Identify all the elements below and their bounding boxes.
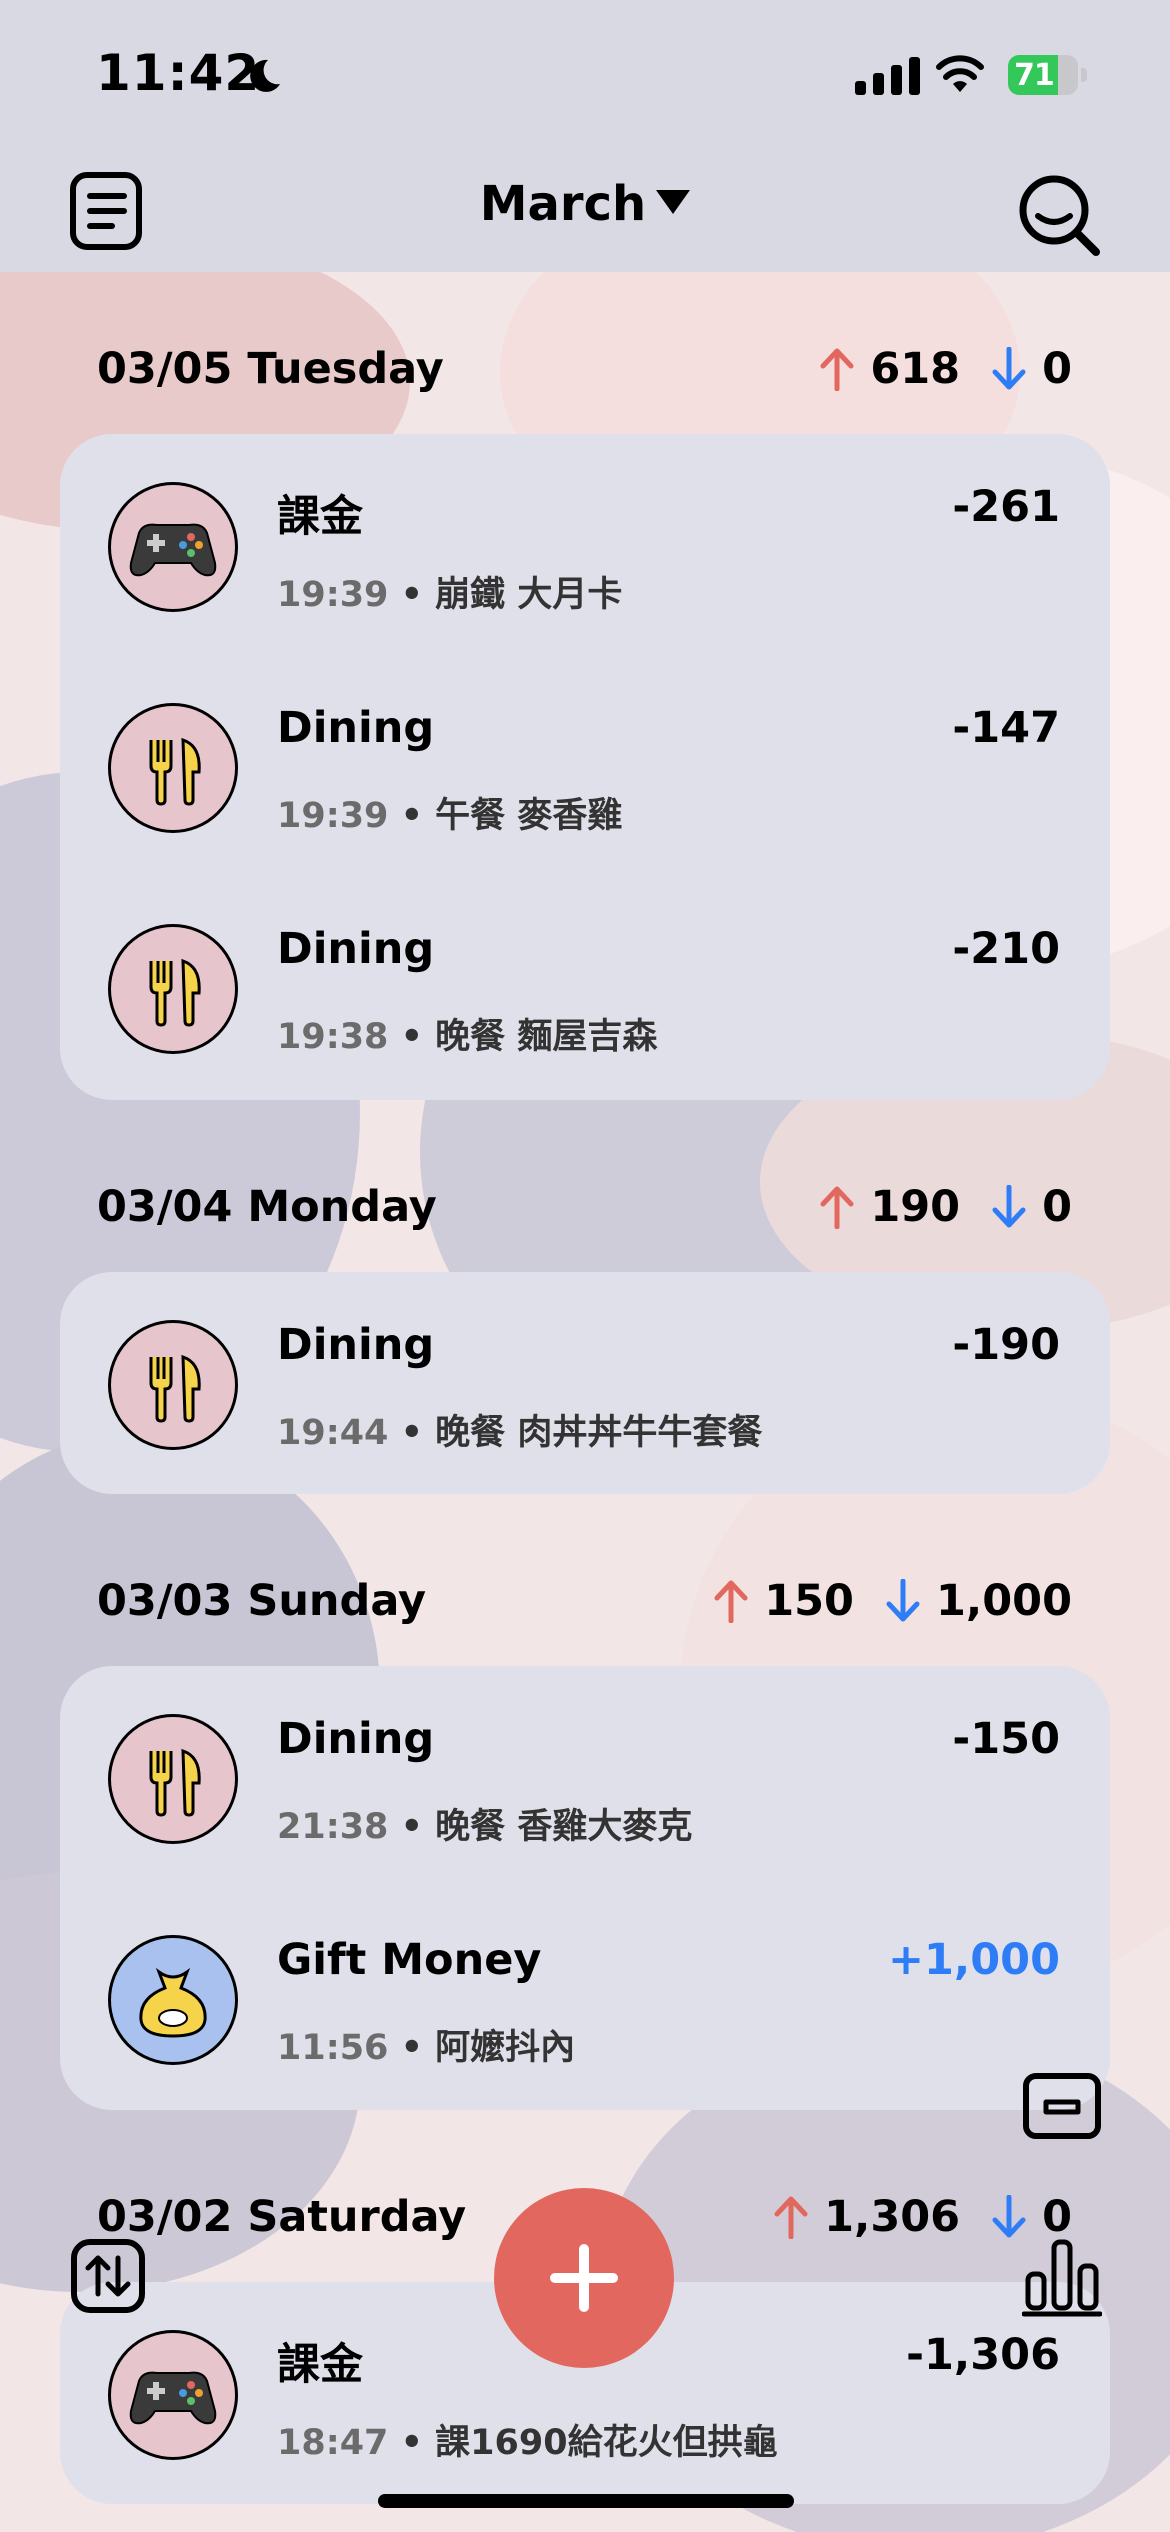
note: 崩鐵 大月卡 bbox=[435, 575, 623, 615]
cellular-signal-icon bbox=[855, 55, 920, 95]
income-total: 0 bbox=[1042, 344, 1072, 394]
arrow-down-icon bbox=[886, 1579, 920, 1622]
time: 19:44 bbox=[277, 1413, 389, 1453]
note: 阿嬤抖內 bbox=[435, 2028, 576, 2068]
arrow-up-icon bbox=[820, 1186, 854, 1229]
transaction-detail: 18:47 • 課1690給花火但拱龜 bbox=[277, 2423, 778, 2463]
day-totals: 618 0 bbox=[818, 344, 1072, 394]
category-label: Dining bbox=[277, 924, 435, 974]
time: 19:38 bbox=[277, 1017, 389, 1057]
income-total: 0 bbox=[1042, 2192, 1072, 2242]
arrow-up-icon bbox=[820, 348, 854, 391]
income-total: 1,000 bbox=[935, 1576, 1072, 1626]
note: 課1690給花火但拱龜 bbox=[435, 2423, 778, 2463]
category-label: Gift Money bbox=[277, 1935, 542, 1985]
amount: +1,000 bbox=[887, 1935, 1060, 1985]
game-controller-icon bbox=[108, 482, 238, 612]
arrow-down-icon bbox=[992, 347, 1026, 390]
month-selector[interactable]: March bbox=[0, 176, 1170, 232]
transaction-detail: 19:39 • 午餐 麥香雞 bbox=[277, 796, 623, 836]
day-card: Dining -150 21:38 • 晚餐 香雞大麥克 Gift Money … bbox=[60, 1666, 1110, 2110]
day-title: 03/05 Tuesday bbox=[97, 344, 444, 394]
transfer-icon[interactable] bbox=[70, 2238, 146, 2314]
day-title: 03/02 Saturday bbox=[97, 2192, 467, 2242]
fork-knife-icon bbox=[108, 1714, 238, 1844]
transaction-detail: 19:39 • 崩鐵 大月卡 bbox=[277, 575, 623, 615]
amount: -1,306 bbox=[906, 2330, 1060, 2380]
transaction-detail: 11:56 • 阿嬤抖內 bbox=[277, 2028, 576, 2068]
note: 晚餐 麵屋吉森 bbox=[435, 1017, 658, 1057]
fork-knife-icon bbox=[108, 703, 238, 833]
month-label: March bbox=[479, 176, 647, 232]
amount: -261 bbox=[952, 482, 1060, 532]
transaction-row[interactable]: 課金 -261 19:39 • 崩鐵 大月卡 bbox=[60, 434, 1110, 654]
amount: -147 bbox=[952, 703, 1060, 753]
amount: -190 bbox=[952, 1320, 1060, 1370]
arrow-up-icon bbox=[774, 2196, 808, 2239]
moon-icon bbox=[250, 59, 280, 92]
home-indicator[interactable] bbox=[378, 2494, 794, 2508]
transaction-row[interactable]: Gift Money +1,000 11:56 • 阿嬤抖內 bbox=[60, 1887, 1110, 2107]
expense-total: 618 bbox=[870, 344, 961, 394]
category-label: Dining bbox=[277, 1320, 435, 1370]
chart-icon[interactable] bbox=[1022, 2236, 1102, 2318]
income-total: 0 bbox=[1042, 1182, 1072, 1232]
day-header: 03/04 Monday 190 0 bbox=[97, 1182, 1072, 1242]
amount: -150 bbox=[952, 1714, 1060, 1764]
day-totals: 1,306 0 bbox=[772, 2192, 1072, 2242]
day-header: 03/03 Sunday 150 1,000 bbox=[97, 1576, 1072, 1636]
transaction-row[interactable]: Dining -210 19:38 • 晚餐 麵屋吉森 bbox=[60, 876, 1110, 1096]
search-icon[interactable] bbox=[1016, 172, 1102, 258]
day-totals: 150 1,000 bbox=[712, 1576, 1072, 1626]
note: 午餐 麥香雞 bbox=[435, 796, 623, 836]
account-card-icon[interactable] bbox=[1022, 2072, 1102, 2140]
money-bag-icon bbox=[108, 1935, 238, 2065]
transaction-detail: 19:38 • 晚餐 麵屋吉森 bbox=[277, 1017, 658, 1057]
fork-knife-icon bbox=[108, 1320, 238, 1450]
category-label: Dining bbox=[277, 1714, 435, 1764]
add-transaction-button[interactable] bbox=[494, 2188, 674, 2368]
expense-total: 1,306 bbox=[824, 2192, 961, 2242]
day-card: 課金 -261 19:39 • 崩鐵 大月卡 Dining -147 19:39… bbox=[60, 434, 1110, 1100]
arrow-down-icon bbox=[992, 1185, 1026, 1228]
note: 晚餐 肉丼丼牛牛套餐 bbox=[435, 1413, 763, 1453]
battery-level: 71 bbox=[1014, 58, 1055, 93]
time: 18:47 bbox=[277, 2423, 389, 2463]
top-bar: 11:42 71 March bbox=[0, 0, 1170, 272]
expense-total: 190 bbox=[870, 1182, 961, 1232]
transaction-row[interactable]: Dining -150 21:38 • 晚餐 香雞大麥克 bbox=[60, 1666, 1110, 1886]
day-totals: 190 0 bbox=[818, 1182, 1072, 1232]
arrow-down-icon bbox=[992, 2195, 1026, 2238]
time: 19:39 bbox=[277, 575, 389, 615]
category-label: 課金 bbox=[277, 2340, 363, 2390]
time: 19:39 bbox=[277, 796, 389, 836]
category-label: 課金 bbox=[277, 492, 363, 542]
arrow-up-icon bbox=[714, 1580, 748, 1623]
time: 11:56 bbox=[277, 2028, 389, 2068]
transaction-detail: 19:44 • 晚餐 肉丼丼牛牛套餐 bbox=[277, 1413, 763, 1453]
fork-knife-icon bbox=[108, 924, 238, 1054]
day-card: Dining -190 19:44 • 晚餐 肉丼丼牛牛套餐 bbox=[60, 1272, 1110, 1494]
amount: -210 bbox=[952, 924, 1060, 974]
wifi-icon bbox=[936, 55, 984, 92]
time: 21:38 bbox=[277, 1807, 389, 1847]
caret-down-icon bbox=[656, 190, 691, 214]
battery-icon: 71 bbox=[1008, 55, 1088, 95]
status-time: 11:42 bbox=[96, 44, 261, 102]
transaction-detail: 21:38 • 晚餐 香雞大麥克 bbox=[277, 1807, 693, 1847]
day-title: 03/04 Monday bbox=[97, 1182, 437, 1232]
transaction-row[interactable]: Dining -147 19:39 • 午餐 麥香雞 bbox=[60, 655, 1110, 875]
transaction-row[interactable]: Dining -190 19:44 • 晚餐 肉丼丼牛牛套餐 bbox=[60, 1272, 1110, 1492]
day-title: 03/03 Sunday bbox=[97, 1576, 427, 1626]
game-controller-icon bbox=[108, 2330, 238, 2460]
day-header: 03/05 Tuesday 618 0 bbox=[97, 344, 1072, 404]
category-label: Dining bbox=[277, 703, 435, 753]
note: 晚餐 香雞大麥克 bbox=[435, 1807, 693, 1847]
expense-total: 150 bbox=[764, 1576, 854, 1626]
